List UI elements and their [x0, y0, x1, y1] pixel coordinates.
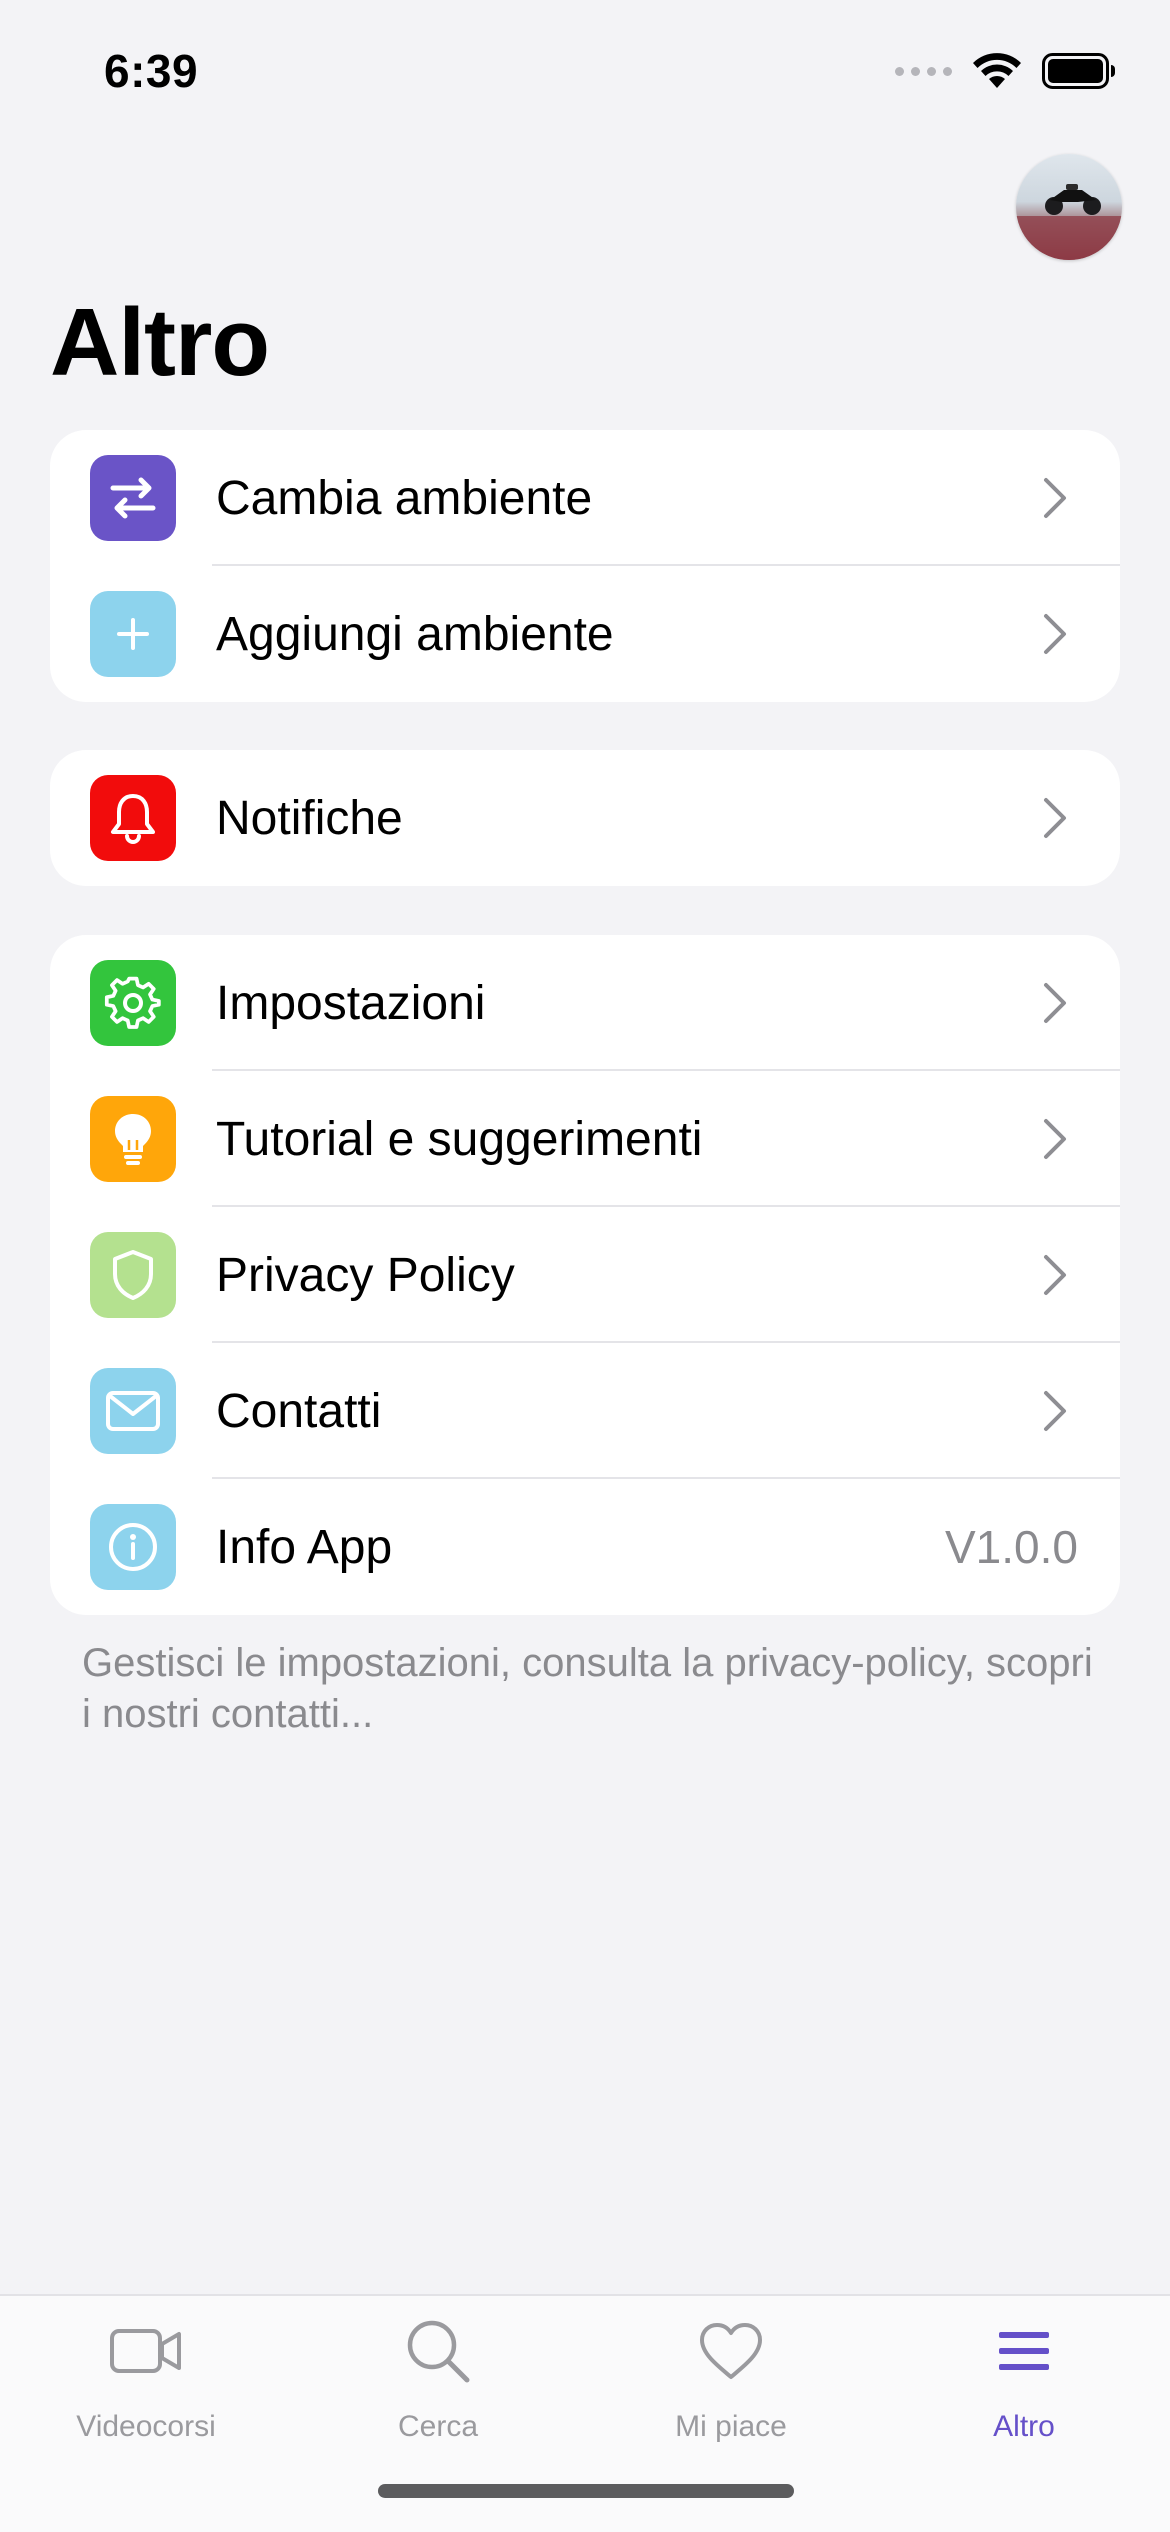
screen: 6:39 Altro Cambia ambiente Aggiungi ambi… — [0, 0, 1170, 2532]
tab-mi-piace[interactable]: Mi piace — [621, 2316, 841, 2444]
heart-icon — [691, 2316, 771, 2386]
tab-label: Cerca — [397, 2410, 479, 2443]
wifi-icon — [973, 53, 1021, 88]
row-label: Info App — [216, 1520, 393, 1574]
row-label: Tutorial e suggerimenti — [216, 1112, 703, 1166]
bell-icon — [90, 775, 176, 861]
row-label: Contatti — [216, 1384, 382, 1438]
profile-avatar[interactable] — [1016, 154, 1122, 260]
footer-description: Gestisci le impostazioni, consulta la pr… — [82, 1641, 1093, 1736]
row-notifiche[interactable]: Notifiche — [50, 750, 1120, 886]
gear-icon — [90, 960, 176, 1046]
environment-group: Cambia ambiente Aggiungi ambiente — [50, 430, 1120, 702]
chevron-right-icon — [1044, 983, 1066, 1023]
tab-label: Altro — [993, 2410, 1055, 2443]
page-title: Altro — [50, 289, 270, 396]
tab-videocorsi[interactable]: Videocorsi — [36, 2316, 256, 2444]
row-aggiungi-ambiente[interactable]: Aggiungi ambiente — [50, 566, 1120, 702]
battery-icon — [1042, 53, 1115, 89]
magnifier-icon — [398, 2316, 478, 2386]
chevron-right-icon — [1044, 1255, 1066, 1295]
status-icons — [895, 52, 1116, 90]
swap-arrows-icon — [90, 455, 176, 541]
row-info-app[interactable]: Info App V1.0.0 — [50, 1479, 1120, 1615]
tab-altro[interactable]: Altro — [914, 2316, 1134, 2444]
row-label: Aggiungi ambiente — [216, 607, 614, 661]
tab-label: Mi piace — [675, 2410, 787, 2443]
status-bar: 6:39 — [0, 0, 1170, 150]
lightbulb-icon — [90, 1096, 176, 1182]
menu-lines-icon — [984, 2316, 1064, 2386]
chevron-right-icon — [1044, 1119, 1066, 1159]
chevron-right-icon — [1044, 798, 1066, 838]
motorcycle-photo-icon — [1016, 184, 1122, 260]
plus-icon — [90, 591, 176, 677]
row-cambia-ambiente[interactable]: Cambia ambiente — [50, 430, 1120, 566]
chevron-right-icon — [1044, 614, 1066, 654]
row-label: Notifiche — [216, 791, 403, 845]
app-version-value: V1.0.0 — [945, 1521, 1078, 1573]
status-time: 6:39 — [104, 45, 199, 97]
row-contatti[interactable]: Contatti — [50, 1343, 1120, 1479]
chevron-right-icon — [1044, 1391, 1066, 1431]
row-impostazioni[interactable]: Impostazioni — [50, 935, 1120, 1071]
info-icon — [90, 1504, 176, 1590]
row-tutorial[interactable]: Tutorial e suggerimenti — [50, 1071, 1120, 1207]
row-label: Privacy Policy — [216, 1248, 515, 1302]
home-indicator[interactable] — [378, 2484, 794, 2498]
tab-label: Videocorsi — [76, 2410, 216, 2443]
notifications-group: Notifiche — [50, 750, 1120, 886]
tab-cerca[interactable]: Cerca — [328, 2316, 548, 2444]
envelope-icon — [90, 1368, 176, 1454]
row-privacy-policy[interactable]: Privacy Policy — [50, 1207, 1120, 1343]
chevron-right-icon — [1044, 478, 1066, 518]
video-camera-icon — [106, 2316, 186, 2386]
shield-icon — [90, 1232, 176, 1318]
cellular-signal-icon — [895, 66, 952, 76]
settings-group: Impostazioni Tutorial e suggerimenti Pri… — [50, 935, 1120, 1615]
row-label: Cambia ambiente — [216, 471, 593, 525]
row-label: Impostazioni — [216, 976, 486, 1030]
